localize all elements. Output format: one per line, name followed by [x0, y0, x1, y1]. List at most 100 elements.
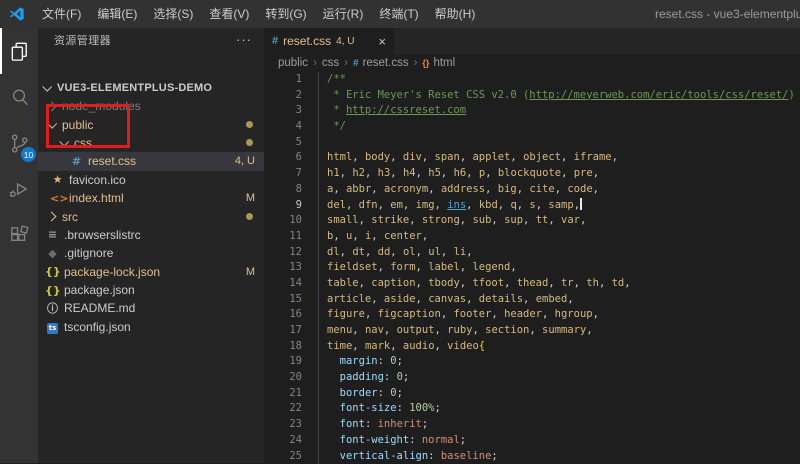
search-icon[interactable]: [0, 74, 38, 120]
tree-item-css[interactable]: css: [38, 134, 264, 152]
code-line[interactable]: 19 margin: 0;: [264, 354, 800, 370]
code-line[interactable]: 6html, body, div, span, applet, object, …: [264, 150, 800, 166]
tree-item-readme-md[interactable]: ⓘREADME.md: [38, 299, 264, 317]
code-token: object: [523, 151, 561, 163]
code-line[interactable]: 2 * Eric Meyer's Reset CSS v2.0 (http://…: [264, 88, 800, 104]
code-token: ,: [574, 277, 587, 289]
code-token: ,: [352, 151, 365, 163]
code-line[interactable]: 15article, aside, canvas, details, embed…: [264, 292, 800, 308]
code-token: ,: [352, 230, 365, 242]
code-line[interactable]: 17menu, nav, output, ruby, section, summ…: [264, 323, 800, 339]
menu-item[interactable]: 编辑(E): [89, 7, 145, 21]
source-control-icon[interactable]: 10: [0, 120, 38, 166]
code-line[interactable]: 10small, strike, strong, sub, sup, tt, v…: [264, 213, 800, 229]
code-token: time: [327, 340, 352, 352]
menu-item[interactable]: 查看(V): [201, 7, 257, 21]
tab-reset-css[interactable]: # reset.css 4, U ×: [264, 28, 394, 54]
code-line[interactable]: 12dl, dt, dd, ol, ul, li,: [264, 245, 800, 261]
git-status-badge: M: [246, 192, 264, 204]
code-line[interactable]: 1/**: [264, 72, 800, 88]
code-token: ,: [466, 246, 472, 258]
code-token: pre: [574, 167, 593, 179]
breadcrumb-item-reset.css[interactable]: #reset.css: [353, 57, 409, 69]
code-line[interactable]: 9del, dfn, em, img, ins, kbd, q, s, samp…: [264, 198, 800, 214]
code-line[interactable]: 4 */: [264, 119, 800, 135]
tree-item-favicon-ico[interactable]: ★favicon.ico: [38, 171, 264, 189]
code-token: baseline: [441, 450, 492, 462]
code-line[interactable]: 18time, mark, audio, video{: [264, 339, 800, 355]
tree-item-reset-css[interactable]: #reset.css4, U: [38, 152, 264, 170]
text-cursor: [580, 198, 582, 210]
code-token: audio: [403, 340, 435, 352]
tree-item-label: VUE3-ELEMENTPLUS-DEMO: [57, 82, 212, 94]
code-token: samp: [548, 199, 573, 211]
close-icon[interactable]: ×: [378, 35, 386, 48]
tree-item-package-lock-json[interactable]: {}package-lock.jsonM: [38, 263, 264, 281]
code-token: ,: [422, 230, 428, 242]
tree-item--browserslistrc[interactable]: ≡.browserslistrc: [38, 226, 264, 244]
breadcrumb-separator-icon: ›: [344, 57, 348, 69]
menu-item[interactable]: 帮助(H): [427, 7, 484, 21]
tree-item-package-json[interactable]: {}package.json: [38, 281, 264, 299]
browserslist-file-icon: ≡: [45, 228, 60, 241]
code-token: ,: [491, 308, 504, 320]
code-line[interactable]: 24 font-weight: normal;: [264, 433, 800, 449]
run-debug-icon[interactable]: [0, 166, 38, 212]
code-token: h6: [454, 167, 467, 179]
code-line[interactable]: 11b, u, i, center,: [264, 229, 800, 245]
code-token: tfoot: [472, 277, 504, 289]
code-token: ,: [359, 214, 372, 226]
code-line[interactable]: 23 font: inherit;: [264, 417, 800, 433]
tree-item-public[interactable]: public: [38, 115, 264, 133]
code-token: ,: [422, 151, 435, 163]
breadcrumb-label: reset.css: [363, 57, 409, 69]
code-line[interactable]: 20 padding: 0;: [264, 370, 800, 386]
code-line[interactable]: 5: [264, 135, 800, 151]
code-line[interactable]: 7h1, h2, h3, h4, h5, h6, p, blockquote, …: [264, 166, 800, 182]
code-token: ,: [548, 214, 561, 226]
code-token: ,: [485, 183, 498, 195]
code-token: ,: [599, 277, 612, 289]
tree-item-node-modules[interactable]: node_modules: [38, 97, 264, 115]
code-editor[interactable]: 1/**2 * Eric Meyer's Reset CSS v2.0 (htt…: [264, 72, 800, 463]
code-token: font: [340, 418, 365, 430]
code-token: code: [567, 183, 592, 195]
explorer-icon[interactable]: [0, 28, 38, 74]
menu-item[interactable]: 文件(F): [34, 7, 89, 21]
code-line[interactable]: 14table, caption, tbody, tfoot, thead, t…: [264, 276, 800, 292]
code-token: address: [441, 183, 485, 195]
menu-item[interactable]: 转到(G): [257, 7, 314, 21]
tree-item-label: index.html: [69, 191, 124, 205]
code-line-text: border: 0;: [318, 386, 403, 402]
tree-item--gitignore[interactable]: ◆.gitignore: [38, 244, 264, 262]
code-token: fieldset: [327, 261, 378, 273]
tree-item-tsconfig-json[interactable]: tstsconfig.json: [38, 318, 264, 336]
line-number: 24: [264, 433, 318, 449]
menu-item[interactable]: 选择(S): [145, 7, 201, 21]
git-status-badge: 4, U: [235, 155, 264, 167]
tree-item-src[interactable]: src: [38, 207, 264, 225]
breadcrumb-item-public[interactable]: public: [278, 57, 308, 69]
code-line[interactable]: 3 * http://cssreset.com: [264, 103, 800, 119]
breadcrumb-item-html[interactable]: {}html: [422, 57, 455, 69]
code-line[interactable]: 13fieldset, form, label, legend,: [264, 260, 800, 276]
tree-item-label: package.json: [64, 283, 135, 297]
sidebar-header: 资源管理器 ···: [38, 28, 264, 51]
code-token: body: [365, 151, 390, 163]
code-line[interactable]: 21 border: 0;: [264, 386, 800, 402]
tree-item-label: src: [62, 210, 78, 224]
code-line[interactable]: 16figure, figcaption, footer, header, hg…: [264, 307, 800, 323]
more-actions-icon[interactable]: ···: [236, 32, 252, 47]
code-line[interactable]: 25 vertical-align: baseline;: [264, 449, 800, 464]
extensions-icon[interactable]: [0, 212, 38, 258]
code-token: ,: [523, 293, 536, 305]
code-line[interactable]: 22 font-size: 100%;: [264, 401, 800, 417]
breadcrumb-item-css[interactable]: css: [322, 57, 339, 69]
code-line[interactable]: 8a, abbr, acronym, address, big, cite, c…: [264, 182, 800, 198]
tree-item-vue3-elementplus-demo[interactable]: VUE3-ELEMENTPLUS-DEMO: [38, 78, 264, 97]
menu-item[interactable]: 运行(R): [315, 7, 372, 21]
code-token: thead: [517, 277, 549, 289]
code-line-text: * Eric Meyer's Reset CSS v2.0 (http://me…: [318, 88, 795, 104]
tree-item-index-html[interactable]: <>index.htmlM: [38, 189, 264, 207]
menu-item[interactable]: 终端(T): [371, 7, 426, 21]
